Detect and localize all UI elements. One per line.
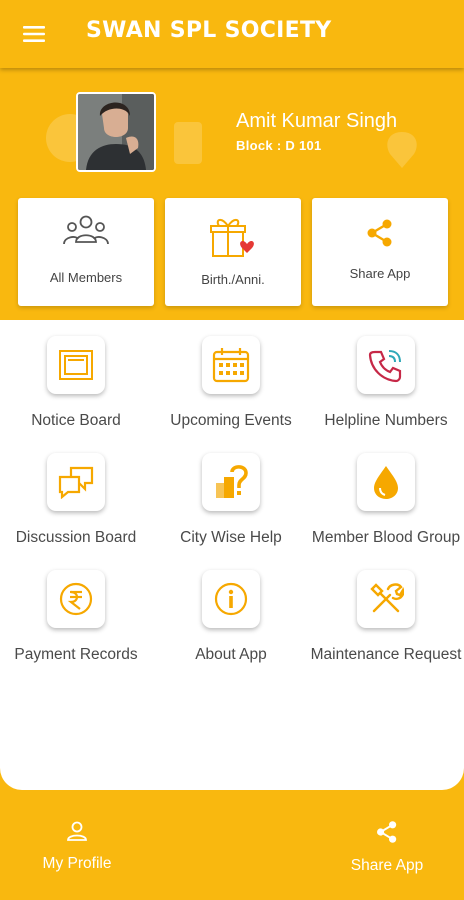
blood-drop-icon — [374, 466, 398, 499]
avatar-photo — [78, 94, 154, 170]
all-members-card[interactable]: All Members — [18, 198, 154, 306]
decorative-background-icon — [387, 132, 417, 168]
hamburger-icon — [23, 26, 45, 42]
nav-share-app[interactable]: Share App — [332, 820, 442, 880]
member-blood-group-tile[interactable]: Member Blood Group — [311, 437, 461, 547]
calendar-icon — [212, 348, 250, 383]
about-app-tile[interactable]: About App — [156, 554, 306, 664]
tile-label: Discussion Board — [15, 529, 137, 546]
phone-ring-icon — [368, 350, 402, 383]
notice-board-icon — [59, 350, 93, 380]
rupee-icon — [59, 582, 93, 616]
user-block-number: Block : D 101 — [236, 138, 322, 153]
discussion-board-tile[interactable]: Discussion Board — [1, 437, 151, 547]
tile-label: Payment Records — [14, 646, 138, 663]
card-label: Birth./Anni. — [201, 272, 265, 287]
profile-header: Amit Kumar Singh Block : D 101 All Membe… — [0, 68, 464, 320]
decorative-background-icon — [174, 122, 202, 164]
tile-label: City Wise Help — [180, 529, 282, 546]
card-label: All Members — [49, 270, 123, 285]
user-name: Amit Kumar Singh — [236, 110, 398, 132]
city-question-icon — [216, 465, 248, 498]
chat-bubbles-icon — [58, 466, 94, 499]
tools-icon — [370, 583, 404, 613]
nav-my-profile[interactable]: My Profile — [22, 820, 132, 880]
card-label: Share App — [349, 266, 411, 281]
person-icon — [67, 821, 87, 841]
tile-label: Upcoming Events — [170, 412, 292, 429]
bottom-nav: My Profile Share App — [0, 790, 464, 900]
notice-board-tile[interactable]: Notice Board — [1, 320, 151, 430]
tile-label: About App — [195, 646, 267, 663]
payment-records-tile[interactable]: Payment Records — [1, 554, 151, 664]
app-bar: SWAN SPL SOCIETY — [0, 0, 464, 68]
app-title: SWAN SPL SOCIETY — [86, 18, 332, 43]
city-wise-help-tile[interactable]: City Wise Help — [156, 437, 306, 547]
birthday-anniversary-card[interactable]: Birth./Anni. — [165, 198, 301, 306]
tile-label: Helpline Numbers — [324, 412, 448, 429]
upcoming-events-tile[interactable]: Upcoming Events — [156, 320, 306, 430]
members-icon — [63, 215, 109, 245]
gift-heart-icon — [210, 219, 254, 257]
tile-label: Notice Board — [31, 412, 121, 429]
helpline-numbers-tile[interactable]: Helpline Numbers — [311, 320, 461, 430]
info-icon — [214, 582, 248, 616]
share-icon — [377, 821, 397, 843]
tile-label: Member Blood Group — [311, 529, 461, 546]
menu-button[interactable] — [14, 18, 54, 50]
share-app-card[interactable]: Share App — [312, 198, 448, 306]
nav-label: My Profile — [42, 855, 112, 872]
menu-grid: Notice Board Upcoming Events Helpline Nu… — [0, 320, 464, 790]
maintenance-request-tile[interactable]: Maintenance Request — [311, 554, 461, 664]
tile-label: Maintenance Request — [310, 646, 462, 663]
nav-label: Share App — [350, 857, 424, 874]
share-icon — [367, 219, 392, 247]
avatar[interactable] — [76, 92, 156, 172]
